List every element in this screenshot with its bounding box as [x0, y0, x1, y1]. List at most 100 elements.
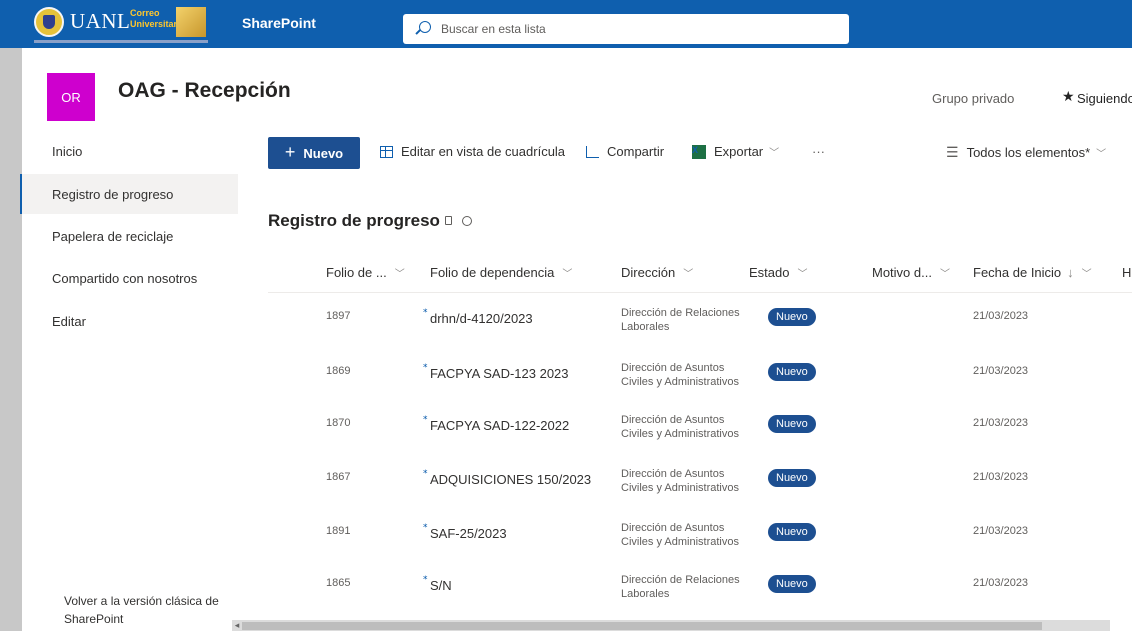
- folio-cell: 1897: [326, 310, 351, 322]
- nav-item[interactable]: Compartido con nosotros: [22, 258, 238, 298]
- dependencia-label: SAF-25/2023: [430, 526, 507, 541]
- estado-cell: Nuevo: [768, 414, 816, 433]
- plus-icon: +: [284, 141, 296, 162]
- column-header-label: H: [1122, 265, 1132, 280]
- view-label: Todos los elementos*: [966, 145, 1091, 160]
- dependencia-label: FACPYA SAD-123 2023: [430, 366, 569, 381]
- uanl-logo[interactable]: UANL Correo Universitario: [34, 7, 208, 43]
- estado-cell: Nuevo: [768, 307, 816, 326]
- column-header[interactable]: H: [1122, 265, 1131, 280]
- table-row[interactable]: 1869 ⁎ FACPYA SAD-123 2023 Dirección de Asu…: [268, 353, 1132, 405]
- app-name[interactable]: SharePoint: [242, 15, 316, 31]
- estado-cell: Nuevo: [768, 362, 816, 381]
- status-badge: Nuevo: [768, 363, 816, 381]
- table-row[interactable]: 1865 ⁎ S/N Dirección de Relaciones Laborale…: [268, 565, 1132, 617]
- fecha-cell: 21/03/2023: [973, 525, 1029, 537]
- nav-item[interactable]: Registro de progreso: [20, 174, 238, 214]
- logo-sub1: Correo: [130, 8, 160, 18]
- dependencia-cell[interactable]: ⁎ FACPYA SAD-122-2022: [423, 411, 570, 433]
- export-button[interactable]: X Exportar ﹀: [692, 144, 779, 159]
- scroll-left-icon[interactable]: ◂: [232, 620, 242, 631]
- dependencia-cell[interactable]: ⁎ FACPYA SAD-123 2023: [423, 359, 569, 381]
- folio-cell: 1891: [326, 525, 351, 537]
- estado-cell: Nuevo: [768, 468, 816, 487]
- estado-cell: Nuevo: [768, 522, 816, 541]
- fecha-cell: 21/03/2023: [973, 417, 1029, 429]
- check-icon[interactable]: [462, 216, 472, 226]
- search-input[interactable]: [441, 18, 831, 40]
- content-panel: OR OAG - Recepción Grupo privado ★ Sigui…: [20, 48, 1132, 631]
- follow-button[interactable]: Siguiendo: [1077, 91, 1132, 106]
- column-header[interactable]: Estado ﹀: [749, 265, 807, 280]
- column-header[interactable]: Folio de ... ﹀: [326, 265, 405, 280]
- share-label: Compartir: [607, 144, 665, 159]
- chevron-down-icon: ﹀: [394, 269, 405, 280]
- status-badge: Nuevo: [768, 308, 816, 326]
- crest-icon: [34, 7, 64, 37]
- column-header[interactable]: Folio de dependencia ﹀: [430, 265, 572, 280]
- estado-cell: Nuevo: [768, 574, 816, 593]
- dependencia-label: FACPYA SAD-122-2022: [430, 418, 570, 433]
- new-label: Nuevo: [303, 145, 344, 161]
- logo-text: UANL: [70, 9, 131, 33]
- nav-item[interactable]: Papelera de reciclaje: [22, 216, 238, 256]
- table-row[interactable]: 1870 ⁎ FACPYA SAD-122-2022 Dirección de Asu…: [268, 405, 1132, 457]
- new-item-icon: ⁎: [423, 519, 428, 529]
- status-badge: Nuevo: [768, 575, 816, 593]
- status-badge: Nuevo: [768, 523, 816, 541]
- excel-icon: X: [692, 144, 706, 159]
- new-item-icon: ⁎: [423, 465, 428, 475]
- export-label: Exportar: [714, 144, 764, 159]
- scrollbar-thumb[interactable]: [242, 622, 1042, 630]
- table-row[interactable]: 1897 ⁎ drhn/d-4120/2023 Dirección de Relaci…: [268, 298, 1132, 350]
- column-header[interactable]: Dirección ﹀: [621, 265, 693, 280]
- chevron-down-icon: ﹀: [797, 269, 808, 280]
- more-button[interactable]: ···: [812, 144, 825, 159]
- suite-bar: UANL Correo Universitario SharePoint: [0, 0, 1132, 48]
- chevron-down-icon: ﹀: [1081, 269, 1092, 280]
- logo-underline: [34, 40, 208, 43]
- site-title[interactable]: OAG - Recepción: [118, 79, 291, 103]
- column-header[interactable]: Motivo d... ﹀: [872, 265, 950, 280]
- nav-item[interactable]: Inicio: [22, 131, 238, 171]
- horizontal-scrollbar[interactable]: ◂: [232, 620, 1110, 631]
- sort-arrow-icon: ↓: [1067, 265, 1074, 280]
- chevron-down-icon: ﹀: [769, 148, 780, 159]
- table-row[interactable]: 1867 ⁎ ADQUISICIONES 150/2023 Dirección de …: [268, 459, 1132, 511]
- dependencia-cell[interactable]: ⁎ drhn/d-4120/2023: [423, 304, 533, 326]
- folio-cell: 1869: [326, 365, 351, 377]
- dependencia-label: drhn/d-4120/2023: [430, 311, 533, 326]
- search-box[interactable]: [403, 14, 849, 44]
- new-item-icon: ⁎: [423, 571, 428, 581]
- table-row[interactable]: 1891 ⁎ SAF-25/2023 Dirección de Asuntos Civ…: [268, 513, 1132, 565]
- dependencia-cell[interactable]: ⁎ SAF-25/2023: [423, 519, 507, 541]
- grid-icon: [380, 145, 393, 158]
- share-button[interactable]: Compartir: [586, 144, 664, 159]
- info-icon[interactable]: [445, 216, 452, 225]
- chevron-down-icon: ﹀: [939, 269, 950, 280]
- star-icon[interactable]: ★: [1062, 89, 1076, 103]
- site-logo[interactable]: OR: [47, 73, 95, 121]
- direccion-cell: Dirección de Asuntos Civiles y Administr…: [621, 414, 739, 440]
- new-button[interactable]: + Nuevo: [268, 137, 360, 169]
- column-header-label: Folio de dependencia: [430, 265, 555, 280]
- direccion-cell: Dirección de Asuntos Civiles y Administr…: [621, 468, 739, 494]
- building-icon: [176, 7, 206, 37]
- column-header-label: Dirección: [621, 265, 676, 280]
- dependencia-cell[interactable]: ⁎ ADQUISICIONES 150/2023: [423, 465, 592, 487]
- status-badge: Nuevo: [768, 415, 816, 433]
- direccion-cell: Dirección de Asuntos Civiles y Administr…: [621, 362, 739, 388]
- search-icon: [419, 21, 431, 33]
- direccion-cell: Dirección de Relaciones Laborales: [621, 574, 740, 600]
- view-selector[interactable]: ☰ Todos los elementos* ﹀: [946, 144, 1106, 161]
- folio-cell: 1867: [326, 471, 351, 483]
- column-header-label: Fecha de Inicio: [973, 265, 1062, 280]
- chevron-down-icon: ﹀: [683, 269, 694, 280]
- column-header[interactable]: Fecha de Inicio ↓ ﹀: [973, 265, 1092, 280]
- dependencia-label: ADQUISICIONES 150/2023: [430, 472, 592, 487]
- nav-item[interactable]: Editar: [22, 301, 238, 341]
- grid-edit-button[interactable]: Editar en vista de cuadrícula: [380, 144, 565, 159]
- privacy-label: Grupo privado: [932, 91, 1015, 106]
- dependencia-cell[interactable]: ⁎ S/N: [423, 571, 452, 593]
- view-list-icon: ☰: [946, 144, 959, 160]
